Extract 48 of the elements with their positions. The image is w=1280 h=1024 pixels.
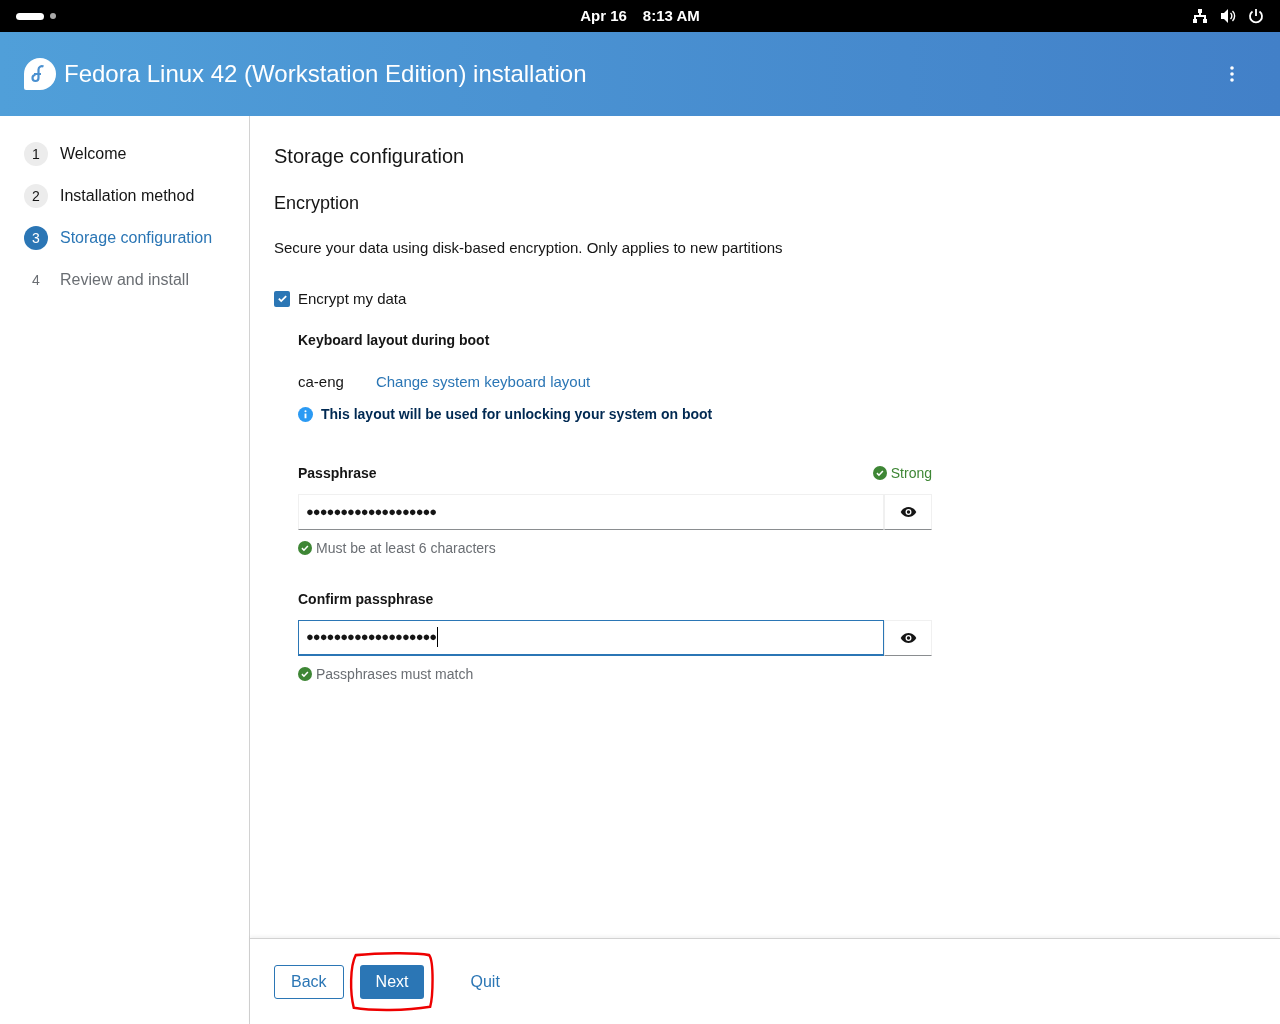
field-label: Passphrase [298, 463, 377, 483]
encrypt-checkbox[interactable]: Encrypt my data [274, 287, 407, 310]
section-title: Encryption [274, 192, 361, 215]
kebab-menu-icon[interactable] [1230, 66, 1234, 82]
step-label: Welcome [60, 144, 127, 164]
date-text[interactable]: Apr 16 [580, 4, 627, 28]
check-circle-icon [298, 541, 312, 555]
fedora-logo-icon [24, 58, 56, 90]
step-label: Storage configuration [60, 228, 213, 248]
keyboard-heading: Keyboard layout during boot [298, 331, 491, 350]
footer-button[interactable]: Quit [454, 964, 516, 999]
check-circle-icon [298, 667, 312, 681]
helper-text: Must be at least 6 characters [316, 538, 496, 558]
window-title: Fedora Linux 42 (Workstation Edition) installation [64, 59, 587, 89]
wizard-step[interactable]: 3 Storage configuration [24, 226, 249, 250]
step-number: 1 [24, 142, 48, 166]
checkmark-icon [276, 293, 288, 305]
info-text: This layout will be used for unlocking your system on boot [321, 404, 713, 424]
show-password-button[interactable] [884, 619, 932, 656]
passphrase-field[interactable]: ●●●●●●●●●●●●●●●●●●● [298, 493, 884, 530]
description-text: Secure your data using disk-based encryption. Only applies to new partitions [274, 238, 784, 258]
strength-text: Strong [890, 463, 932, 483]
wizard-step[interactable]: 2 Installation method [24, 184, 249, 208]
network-icon[interactable] [1192, 8, 1208, 24]
wizard-step[interactable]: 1 Welcome [24, 142, 249, 166]
step-number: 3 [24, 226, 48, 250]
show-password-button[interactable] [884, 493, 932, 530]
clock-text[interactable]: 8:13 AM [642, 4, 700, 28]
footer-button[interactable]: Next [359, 964, 425, 999]
check-circle-icon [872, 466, 887, 480]
change-layout-link[interactable]: Change system keyboard layout [375, 371, 591, 394]
step-number: 2 [24, 184, 48, 208]
text-cursor [437, 627, 439, 647]
footer-button[interactable]: Back [274, 964, 344, 999]
step-number: 4 [31, 270, 41, 290]
step-label: Review and install [60, 270, 189, 290]
info-icon [298, 406, 313, 422]
workspace-indicator-icon[interactable] [16, 12, 44, 20]
page-title: Storage configuration [274, 144, 466, 168]
field-label: Confirm passphrase [298, 589, 434, 609]
power-icon[interactable] [1248, 8, 1264, 24]
passphrase-field[interactable]: ●●●●●●●●●●●●●●●●●●● [298, 619, 884, 656]
eye-icon [899, 505, 917, 518]
volume-icon[interactable] [1220, 8, 1236, 24]
keyboard-layout-value: ca-eng [298, 372, 344, 392]
helper-text: Passphrases must match [316, 664, 474, 684]
eye-icon [899, 631, 917, 644]
step-label: Installation method [60, 186, 195, 206]
